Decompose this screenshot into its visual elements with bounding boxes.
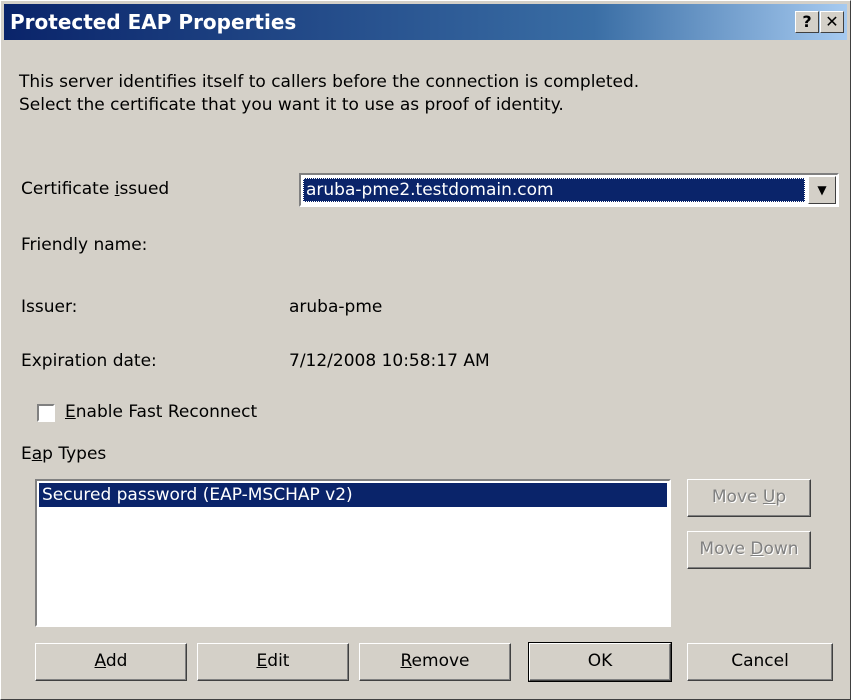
add-post: dd [105, 651, 128, 671]
close-button[interactable]: ✕ [820, 11, 844, 33]
dialog-window: Protected EAP Properties ? ✕ This server… [0, 0, 851, 700]
certificate-label-pre: Certificate [21, 179, 115, 199]
move-down-button[interactable]: Move Down [687, 531, 811, 569]
friendly-name-label: Friendly name: [21, 235, 148, 255]
move-up-post: p [775, 487, 787, 507]
remove-button[interactable]: Remove [359, 643, 511, 681]
eap-types-label-key: a [31, 444, 43, 464]
issuer-label: Issuer: [21, 297, 78, 317]
move-down-key: D [750, 539, 764, 559]
eap-types-list[interactable]: Secured password (EAP-MSCHAP v2) [35, 479, 671, 627]
move-down-pre: Move [699, 539, 751, 559]
cancel-button[interactable]: Cancel [687, 643, 833, 681]
list-item[interactable]: Secured password (EAP-MSCHAP v2) [39, 483, 667, 507]
fast-reconnect-label[interactable]: Enable Fast Reconnect [65, 401, 257, 423]
remove-post: emove [411, 651, 470, 671]
intro-text: This server identifies itself to callers… [19, 71, 819, 117]
intro-line-1: This server identifies itself to callers… [19, 72, 640, 92]
eap-types-label-post: p Types [42, 444, 107, 464]
ok-button[interactable]: OK [528, 642, 672, 682]
remove-key: R [400, 651, 412, 671]
title-bar[interactable]: Protected EAP Properties ? ✕ [4, 4, 847, 40]
help-button[interactable]: ? [795, 11, 819, 33]
fast-reconnect-checkbox[interactable] [37, 404, 55, 422]
move-up-pre: Move [711, 487, 763, 507]
add-key: A [94, 651, 106, 671]
edit-button[interactable]: Edit [197, 643, 349, 681]
certificate-label: Certificate issued [21, 178, 169, 200]
certificate-dropdown[interactable]: aruba-pme2.testdomain.com ▼ [299, 173, 839, 207]
expiration-label: Expiration date: [21, 351, 157, 371]
fast-reconnect-label-post: nable Fast Reconnect [75, 402, 258, 422]
expiration-value: 7/12/2008 10:58:17 AM [289, 351, 490, 371]
edit-key: E [256, 651, 268, 671]
window-title: Protected EAP Properties [10, 10, 297, 34]
certificate-selected-value[interactable]: aruba-pme2.testdomain.com [303, 178, 805, 202]
add-button[interactable]: Add [35, 643, 187, 681]
chevron-down-icon[interactable]: ▼ [808, 176, 836, 204]
move-up-button[interactable]: Move Up [687, 479, 811, 517]
issuer-value: aruba-pme [289, 297, 383, 317]
fast-reconnect-label-key: E [65, 402, 76, 422]
edit-post: dit [267, 651, 290, 671]
intro-line-2: Select the certificate that you want it … [19, 95, 564, 115]
eap-types-label: Eap Types [21, 443, 106, 465]
eap-types-label-pre: E [21, 444, 32, 464]
move-down-post: own [763, 539, 799, 559]
move-up-key: U [762, 487, 776, 507]
certificate-label-post: ssued [119, 179, 170, 199]
